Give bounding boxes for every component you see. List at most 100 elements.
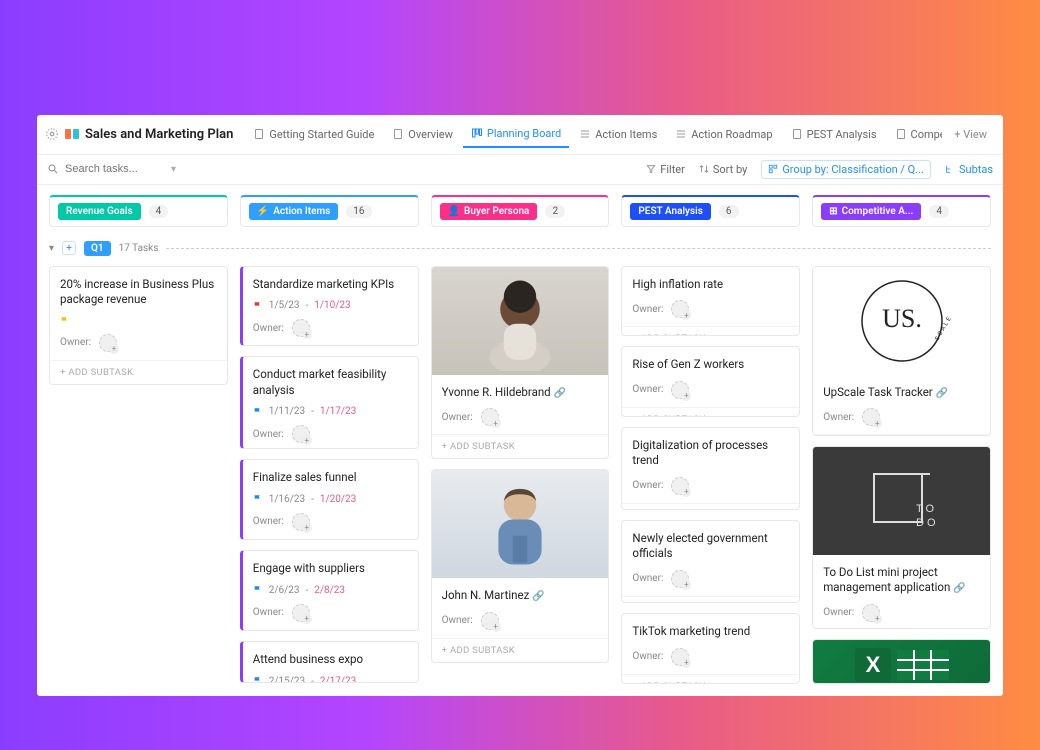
task-card[interactable]: Rise of Gen Z workers Owner: + ADD SUBTA…: [621, 346, 800, 417]
column-header-revenue[interactable]: Revenue Goals 4: [49, 195, 228, 227]
task-card[interactable]: Digitalization of processes trend Owner:…: [621, 427, 800, 510]
column-count: 16: [346, 205, 371, 218]
column-action: Standardize marketing KPIs 1/5/23 - 1/10…: [240, 266, 419, 684]
owner-label: Owner:: [253, 516, 284, 527]
task-card[interactable]: Conduct market feasibility analysis 1/11…: [240, 356, 419, 449]
assignee-avatar[interactable]: [671, 477, 689, 495]
add-subtask-button[interactable]: + ADD SUBTASK: [243, 539, 418, 540]
assignee-avatar[interactable]: [292, 425, 310, 443]
task-card[interactable]: Standardize marketing KPIs 1/5/23 - 1/10…: [240, 266, 419, 347]
group-icon: [768, 164, 778, 174]
add-subtask-button[interactable]: + ADD SUBTASK: [243, 630, 418, 631]
task-card[interactable]: X: [812, 639, 991, 683]
task-card[interactable]: Yvonne R. Hildebrand 🔗 Owner: + ADD SUBT…: [431, 266, 610, 460]
owner-label: Owner:: [253, 607, 284, 618]
tab-action-items[interactable]: Action Items: [571, 122, 665, 147]
add-subtask-button[interactable]: + ADD SUBTASK: [622, 326, 799, 336]
assignee-avatar[interactable]: [99, 334, 117, 352]
persona-image: [432, 267, 609, 375]
column-pill: Revenue Goals: [58, 203, 141, 220]
owner-row: Owner:: [60, 334, 217, 352]
search-icon: [47, 163, 59, 175]
assignee-avatar[interactable]: [292, 604, 310, 622]
owner-label: Owner:: [823, 412, 854, 423]
sort-button[interactable]: Sort by: [699, 163, 747, 176]
assignee-avatar[interactable]: [671, 570, 689, 588]
doc-icon: [895, 128, 907, 140]
add-subtask-button[interactable]: + ADD SUBTASK: [622, 407, 799, 417]
assignee-avatar[interactable]: [481, 408, 499, 426]
flag-icon: [60, 316, 70, 326]
chevron-down-icon[interactable]: ▾: [171, 164, 176, 175]
column-header-pest[interactable]: PEST Analysis 6: [621, 195, 800, 227]
group-by-button[interactable]: Group by: Classification / Q...: [761, 160, 931, 179]
filter-button[interactable]: Filter: [646, 163, 685, 176]
task-card[interactable]: 20% increase in Business Plus package re…: [49, 266, 228, 385]
assignee-avatar[interactable]: [292, 319, 310, 337]
task-card[interactable]: TikTok marketing trend Owner: + ADD SUBT…: [621, 613, 800, 684]
add-subtask-button[interactable]: + ADD SUBTASK: [622, 674, 799, 684]
tab-getting-started[interactable]: Getting Started Guide: [245, 122, 382, 147]
tab-overview[interactable]: Overview: [384, 122, 461, 147]
task-card[interactable]: US. SCALE UpScale Task Tracker 🔗 Owner: +…: [812, 266, 991, 436]
svg-text:DO: DO: [916, 517, 939, 529]
search-wrap: ▾: [47, 163, 197, 175]
tab-pest-analysis[interactable]: PEST Analysis: [783, 122, 885, 147]
filter-icon: [646, 164, 656, 174]
task-card[interactable]: Newly elected government officials Owner…: [621, 520, 800, 603]
svg-text:SCALE: SCALE: [933, 314, 953, 342]
link-icon: 🔗: [532, 591, 544, 602]
column-competitive: US. SCALE UpScale Task Tracker 🔗 Owner: +…: [812, 266, 991, 684]
tab-label: Getting Started Guide: [269, 128, 374, 141]
add-task-icon[interactable]: +: [62, 241, 76, 255]
doc-icon: [392, 128, 404, 140]
add-subtask-button[interactable]: + ADD SUBTASK: [243, 345, 418, 346]
tab-competitive-analysis[interactable]: Competitive Analysis: [887, 122, 943, 147]
assignee-avatar[interactable]: [671, 381, 689, 399]
svg-text:US.: US.: [882, 304, 922, 333]
assignee-avatar[interactable]: [862, 408, 880, 426]
task-card[interactable]: Attend business expo 2/15/23 - 2/17/23: [240, 641, 419, 683]
task-card[interactable]: High inflation rate Owner: + ADD SUBTASK: [621, 266, 800, 337]
column-persona: Yvonne R. Hildebrand 🔗 Owner: + ADD SUBT…: [431, 266, 610, 684]
add-view-button[interactable]: + View: [946, 122, 995, 147]
add-subtask-button[interactable]: + ADD SUBTASK: [50, 360, 227, 384]
owner-label: Owner:: [632, 573, 663, 584]
settings-icon[interactable]: [45, 127, 59, 141]
assignee-avatar[interactable]: [862, 604, 880, 622]
add-subtask-button[interactable]: + ADD SUBTASK: [622, 596, 799, 603]
flag-icon: [253, 407, 263, 417]
add-subtask-button[interactable]: + ADD SUBTASK: [432, 434, 609, 458]
assignee-avatar[interactable]: [292, 513, 310, 531]
header-left: Sales and Marketing Plan: [45, 127, 241, 142]
assignee-avatar[interactable]: [481, 612, 499, 630]
logo-image: US. SCALE: [813, 267, 990, 375]
task-card[interactable]: TODO To Do List mini project management …: [812, 446, 991, 630]
assignee-avatar[interactable]: [671, 648, 689, 666]
toolbar-right: Filter Sort by Group by: Classification …: [646, 160, 993, 179]
tab-action-roadmap[interactable]: Action Roadmap: [667, 122, 780, 147]
tab-label: Action Items: [595, 128, 657, 141]
group-label[interactable]: Q1: [84, 241, 111, 256]
task-card[interactable]: Finalize sales funnel 1/16/23 - 1/20/23 …: [240, 459, 419, 540]
add-subtask-button[interactable]: + ADD SUBTASK: [813, 434, 990, 436]
column-header-competitive[interactable]: ⊞ Competitive A... 4: [812, 195, 991, 227]
assignee-avatar[interactable]: [671, 300, 689, 318]
task-card[interactable]: Engage with suppliers 2/6/23 - 2/8/23 Ow…: [240, 550, 419, 631]
add-subtask-button[interactable]: + ADD SUBTASK: [622, 503, 799, 510]
column-header-action[interactable]: ⚡ Action Items 16: [240, 195, 419, 227]
collapse-icon[interactable]: ▾: [49, 243, 54, 254]
card-title: UpScale Task Tracker 🔗: [823, 385, 980, 401]
search-input[interactable]: [65, 163, 165, 175]
doc-icon: [253, 128, 265, 140]
task-card[interactable]: John N. Martinez 🔗 Owner: + ADD SUBTASK: [431, 469, 610, 663]
flag-icon: [253, 585, 263, 595]
owner-label: Owner:: [632, 651, 663, 662]
card-title: To Do List mini project management appli…: [823, 565, 980, 596]
card-title: Digitalization of processes trend: [632, 438, 789, 469]
tab-planning-board[interactable]: Planning Board: [463, 121, 569, 148]
subtasks-button[interactable]: Subtas: [945, 163, 993, 176]
column-pill: ⚡ Action Items: [249, 203, 338, 220]
column-header-persona[interactable]: 👤 Buyer Persona 2: [431, 195, 610, 227]
add-subtask-button[interactable]: + ADD SUBTASK: [432, 638, 609, 662]
